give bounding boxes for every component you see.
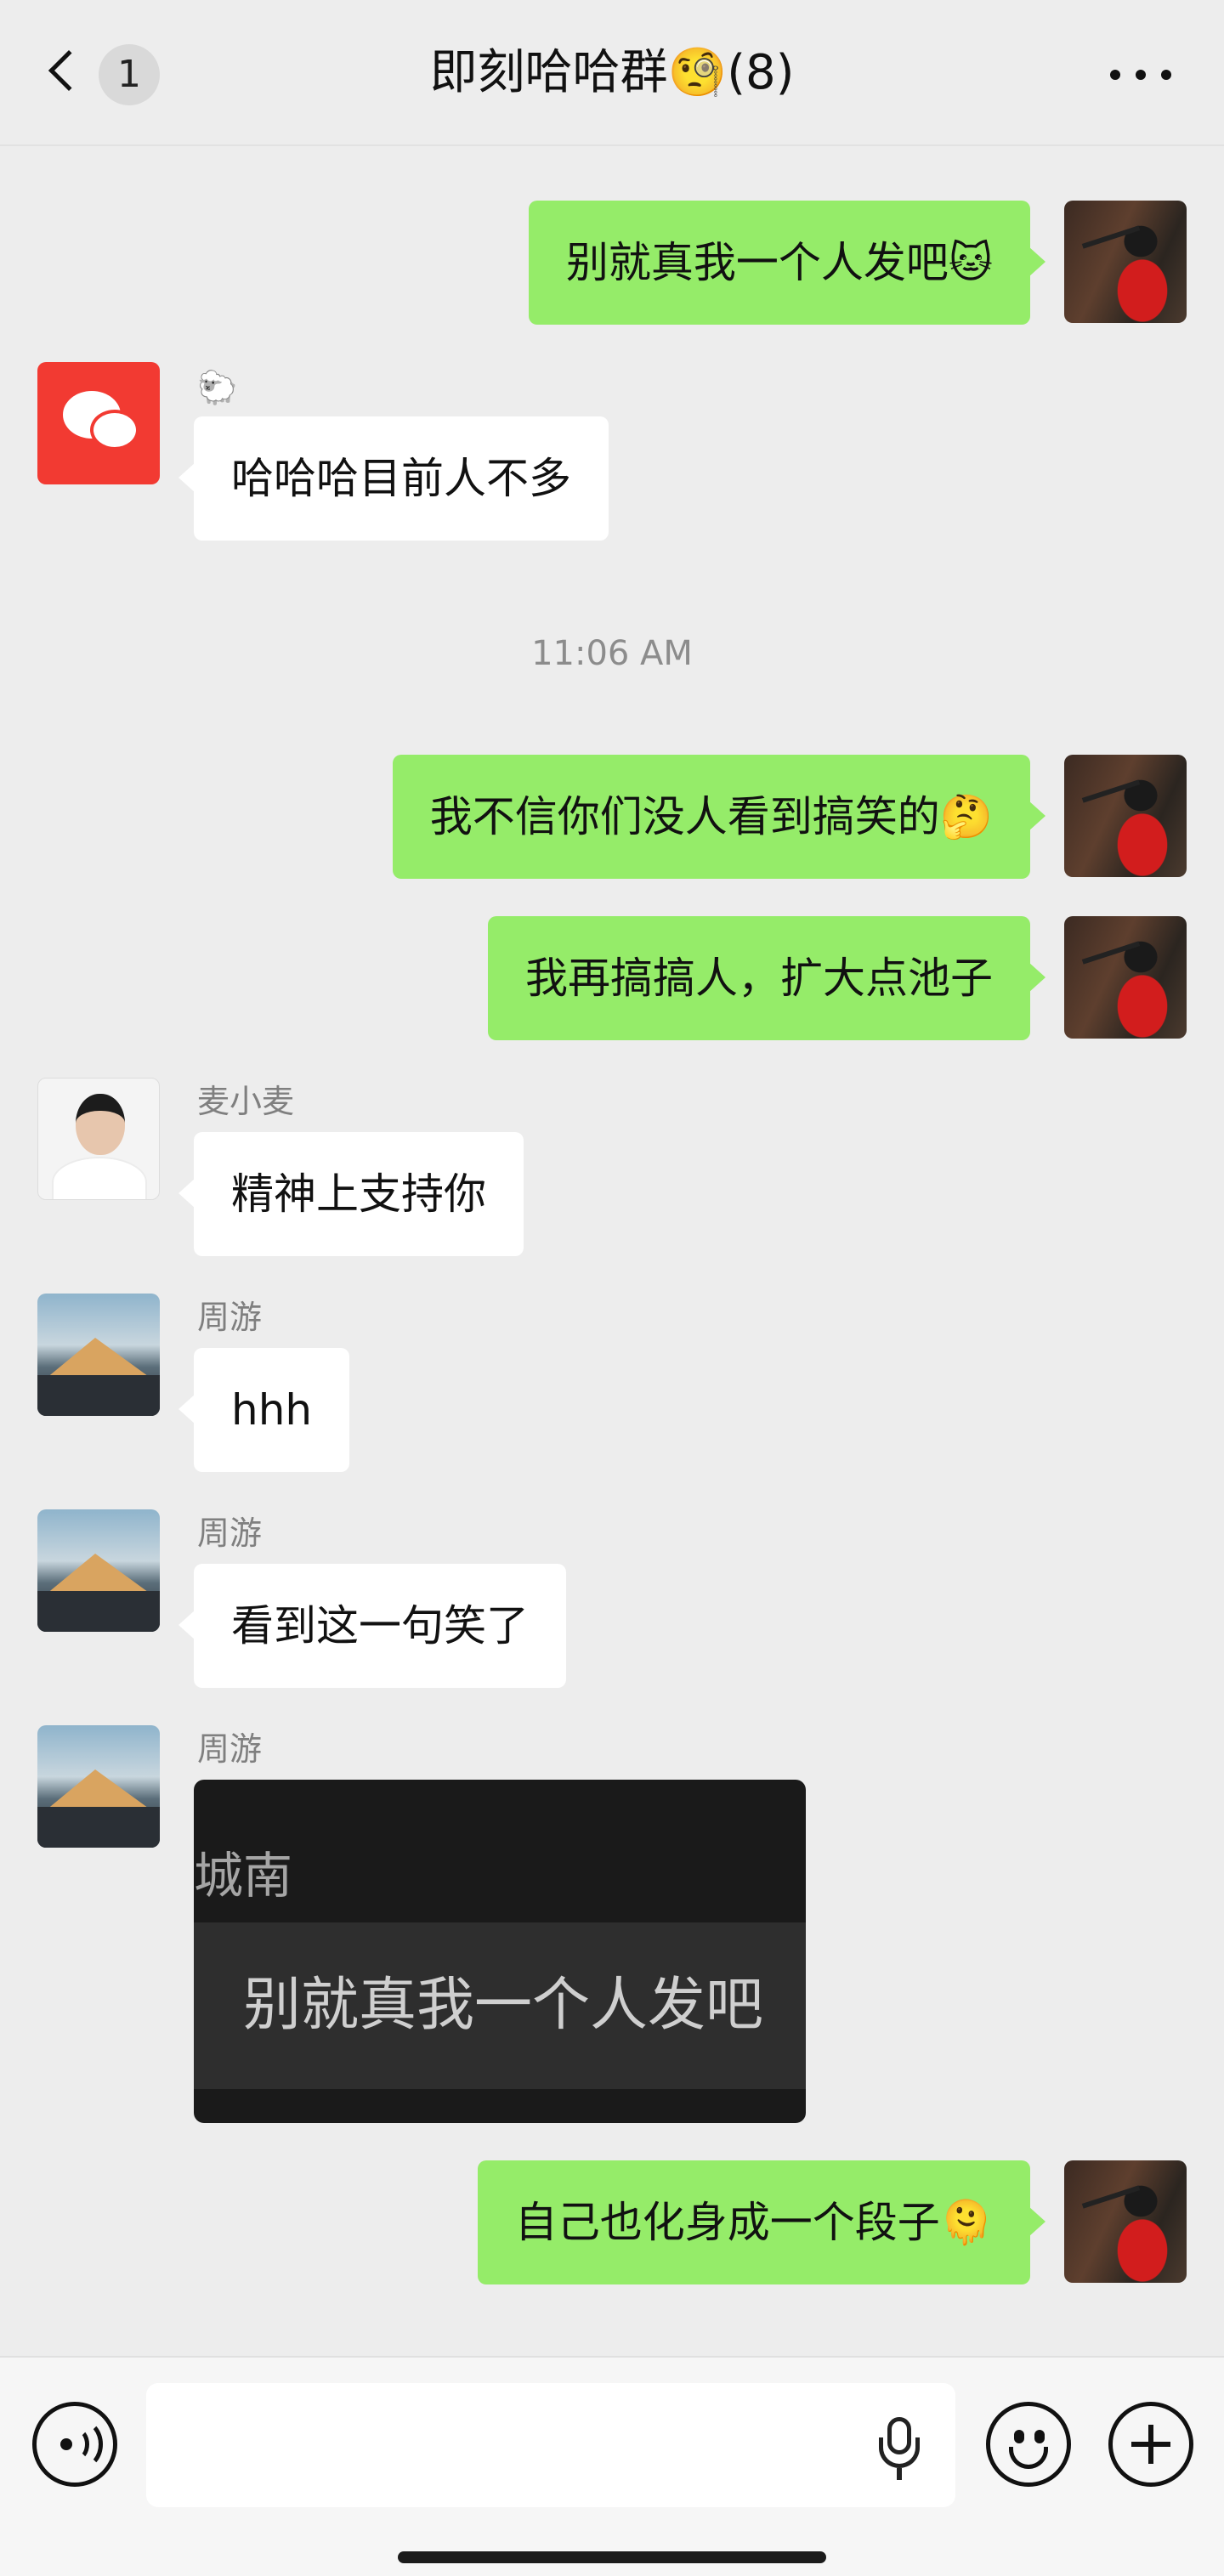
message-bubble-incoming[interactable]: hhh xyxy=(178,1348,350,1472)
chat-screen: 1 即刻哈哈群🧐(8) 别就真我一个人发吧🐱 🐑 哈哈哈目前人不多 11:06 … xyxy=(0,0,1224,2576)
unread-count-badge: 1 xyxy=(99,44,160,105)
sender-avatar[interactable] xyxy=(37,1725,160,1848)
chevron-left-icon xyxy=(48,49,90,92)
more-dots-icon xyxy=(1110,70,1120,80)
message-bubble-incoming[interactable]: 精神上支持你 xyxy=(178,1132,524,1256)
message-bubble-outgoing[interactable]: 自己也化身成一个段子🫠 xyxy=(477,2160,1046,2284)
voice-icon xyxy=(62,2420,103,2469)
message-bubble-incoming[interactable]: 看到这一句笑了 xyxy=(178,1564,566,1688)
sender-avatar[interactable] xyxy=(37,1078,160,1200)
smiley-icon xyxy=(1009,2447,1048,2469)
wechat-logo-icon xyxy=(90,410,139,450)
image-quoted-sender: 城南 xyxy=(194,1847,293,1905)
voice-mode-button[interactable] xyxy=(32,2402,117,2487)
smiley-icon xyxy=(1014,2430,1024,2443)
emoji-button[interactable] xyxy=(986,2402,1071,2487)
chat-header: 1 即刻哈哈群🧐(8) xyxy=(0,0,1224,146)
more-functions-button[interactable] xyxy=(1108,2402,1193,2487)
message-bubble-outgoing[interactable]: 我不信你们没人看到搞笑的🤔 xyxy=(392,755,1046,879)
sender-name: 麦小麦 xyxy=(197,1083,295,1120)
microphone-icon[interactable] xyxy=(876,2417,923,2482)
microphone-icon xyxy=(897,2468,902,2480)
sender-avatar[interactable] xyxy=(37,362,160,484)
more-dots-icon xyxy=(1161,70,1171,80)
sender-avatar[interactable] xyxy=(37,1294,160,1416)
plus-icon xyxy=(1148,2425,1153,2464)
my-avatar[interactable] xyxy=(1064,916,1187,1039)
message-bubble-outgoing[interactable]: 别就真我一个人发吧🐱 xyxy=(528,201,1046,325)
input-bar xyxy=(0,2356,1224,2576)
message-timestamp: 11:06 AM xyxy=(531,634,693,673)
image-quoted-bubble: 别就真我一个人发吧 xyxy=(194,1922,806,2089)
sender-name: 周游 xyxy=(197,1514,263,1552)
chat-title: 即刻哈哈群🧐(8) xyxy=(429,45,795,100)
message-bubble-incoming[interactable]: 哈哈哈目前人不多 xyxy=(178,416,609,541)
my-avatar[interactable] xyxy=(1064,2160,1187,2283)
sender-name: 🐑 xyxy=(197,369,238,406)
back-button[interactable]: 1 xyxy=(42,34,178,112)
message-bubble-outgoing[interactable]: 我再搞搞人，扩大点池子 xyxy=(488,916,1046,1040)
my-avatar[interactable] xyxy=(1064,201,1187,323)
sender-name: 周游 xyxy=(197,1730,263,1768)
microphone-icon xyxy=(879,2437,920,2468)
more-dots-icon xyxy=(1136,70,1146,80)
home-indicator[interactable] xyxy=(398,2551,826,2563)
image-message[interactable]: 城南 别就真我一个人发吧 xyxy=(194,1780,806,2123)
person-avatar-head xyxy=(76,1094,125,1155)
my-avatar[interactable] xyxy=(1064,755,1187,877)
more-options-button[interactable] xyxy=(1110,58,1173,92)
smiley-icon xyxy=(1034,2430,1045,2443)
person-avatar-body xyxy=(52,1157,147,1199)
message-input[interactable] xyxy=(146,2383,955,2507)
sender-name: 周游 xyxy=(197,1299,263,1336)
sender-avatar[interactable] xyxy=(37,1509,160,1632)
image-quoted-text: 别就真我一个人发吧 xyxy=(243,1972,764,2039)
